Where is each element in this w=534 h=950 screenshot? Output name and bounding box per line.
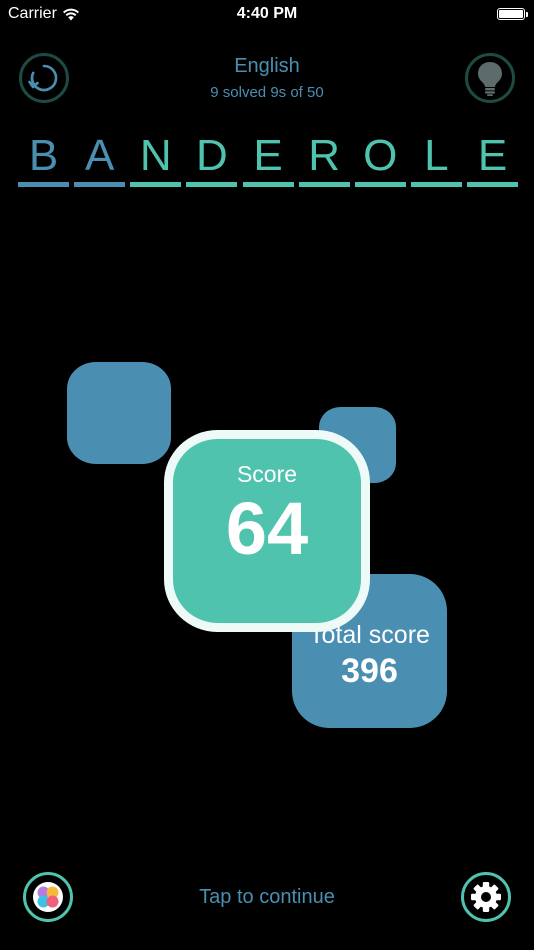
word-letter: A [74,131,126,187]
status-time: 4:40 PM [236,5,298,22]
tap-to-continue-button[interactable]: Tap to continue [0,886,534,909]
status-bar: Carrier 4:40 PM [0,0,534,30]
gear-icon [471,882,501,912]
score-card: Score 64 [164,430,370,632]
progress-label: 9 solved 9s of 50 [210,84,324,101]
lightbulb-icon [478,62,502,96]
total-score-value: 396 [341,652,398,690]
word-letter: O [354,131,406,187]
word-letter: B [18,131,69,187]
word-letter: E [467,131,518,187]
word-letter: D [186,131,238,187]
language-label: English [234,55,300,77]
word-letter: E [242,131,294,187]
score-value: 64 [225,487,309,570]
decorative-tile [67,362,171,464]
battery-tip [526,12,528,17]
battery-icon [497,8,525,20]
word-letter: L [410,131,462,187]
word-letter: N [130,131,182,187]
score-label: Score [236,461,298,487]
word-row: BANDEROLE [18,131,518,191]
word-letter: R [298,131,350,187]
settings-button[interactable] [461,872,511,922]
hint-button[interactable] [465,53,515,103]
